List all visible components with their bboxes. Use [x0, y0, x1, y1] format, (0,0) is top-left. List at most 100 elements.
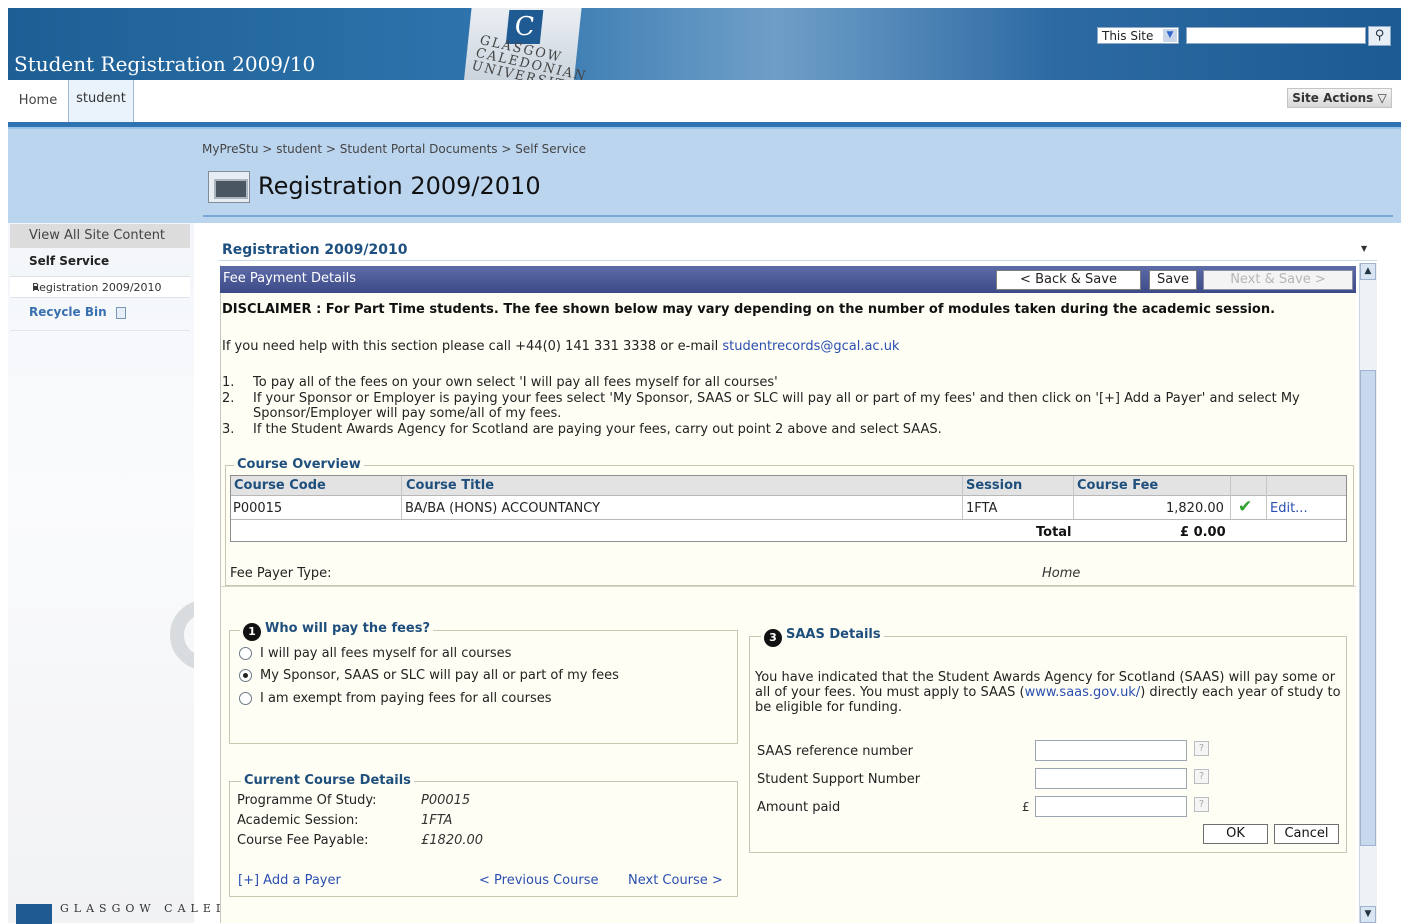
amount-paid-input[interactable]	[1035, 796, 1187, 817]
radio-label-exempt[interactable]: I am exempt from paying fees for all cou…	[260, 691, 552, 706]
site-actions-menu[interactable]: Site Actions ▽	[1287, 88, 1392, 108]
next-and-save-button[interactable]: Next & Save >	[1203, 270, 1353, 290]
university-logo: C GLASGOW CALEDONIAN UNIVERSITY	[463, 8, 589, 80]
help-email-link[interactable]: studentrecords@gcal.ac.uk	[722, 339, 899, 354]
help-text-prefix: If you need help with this section pleas…	[222, 339, 723, 354]
recycle-bin-link[interactable]: Recycle Bin	[29, 305, 107, 319]
checkmark-icon: ✔	[1238, 497, 1253, 517]
top-navigation	[8, 80, 1401, 124]
breadcrumb: MyPreStu > student > Student Portal Docu…	[202, 142, 586, 156]
scrollbar-thumb[interactable]	[1360, 370, 1376, 846]
tab-student[interactable]: student	[68, 80, 134, 124]
help-question-icon[interactable]: ?	[1194, 797, 1209, 812]
radio-sponsor-pays[interactable]	[239, 669, 252, 682]
instruction-number: 3.	[222, 422, 235, 437]
help-text: If you need help with this section pleas…	[222, 339, 899, 354]
ok-button[interactable]: OK	[1203, 824, 1268, 844]
instruction-text: If your Sponsor or Employer is paying yo…	[253, 391, 1300, 421]
page-title: Registration 2009/2010	[258, 172, 541, 200]
add-payer-link[interactable]: [+] Add a Payer	[238, 873, 341, 888]
save-button[interactable]: Save	[1149, 270, 1197, 290]
scroll-down-icon[interactable]: ▼	[1360, 906, 1376, 923]
view-all-site-content-link[interactable]: View All Site Content	[10, 224, 190, 248]
total-value: £ 0.00	[1180, 525, 1226, 540]
saas-reference-label: SAAS reference number	[757, 744, 913, 759]
who-pays-legend: 1 Who will pay the fees?	[240, 621, 434, 641]
saas-website-link[interactable]: www.saas.gov.uk/	[1025, 685, 1141, 700]
previous-course-link[interactable]: < Previous Course	[479, 873, 598, 888]
breadcrumb-separator: >	[325, 142, 336, 156]
radio-label-pay-myself[interactable]: I will pay all fees myself for all cours…	[260, 646, 511, 661]
title-divider	[203, 215, 1393, 217]
column-divider	[401, 476, 402, 520]
search-input[interactable]	[1186, 27, 1366, 44]
page-icon	[208, 171, 250, 203]
cell-course-title: BA/BA (HONS) ACCOUNTANCY	[405, 501, 601, 516]
nav-item-registration[interactable]: Registration 2009/2010	[10, 276, 190, 298]
breadcrumb-separator: >	[262, 142, 273, 156]
academic-session-value: 1FTA	[421, 813, 453, 828]
who-pays-title: Who will pay the fees?	[265, 621, 431, 636]
next-course-link[interactable]: Next Course >	[628, 873, 723, 888]
instruction-text: If the Student Awards Agency for Scotlan…	[253, 422, 942, 437]
webpart-title[interactable]: Registration 2009/2010	[222, 242, 407, 258]
breadcrumb-item-documents[interactable]: Student Portal Documents	[340, 142, 498, 156]
breadcrumb-item-myprestu[interactable]: MyPreStu	[202, 142, 258, 156]
nav-heading-self-service[interactable]: Self Service	[29, 254, 109, 268]
chevron-down-icon: ▽	[1377, 91, 1387, 105]
saas-info-text: You have indicated that the Student Awar…	[755, 670, 1345, 715]
left-navigation	[8, 223, 194, 923]
radio-pay-myself[interactable]	[239, 647, 252, 660]
column-header-course-fee: Course Fee	[1077, 478, 1159, 493]
column-header-course-title: Course Title	[406, 478, 495, 493]
cancel-button[interactable]: Cancel	[1274, 824, 1339, 844]
breadcrumb-item-student[interactable]: student	[276, 142, 322, 156]
webpart-divider	[219, 260, 1377, 261]
programme-of-study-value: P00015	[421, 793, 471, 808]
academic-session-label: Academic Session:	[237, 813, 359, 828]
breadcrumb-separator: >	[501, 142, 512, 156]
student-support-number-input[interactable]	[1035, 768, 1187, 789]
tab-home[interactable]: Home	[8, 80, 68, 124]
cell-course-code: P00015	[233, 501, 283, 516]
table-row-divider	[231, 519, 1346, 520]
search-scope-value: This Site	[1102, 29, 1154, 43]
column-divider	[1230, 476, 1231, 520]
instruction-number: 1.	[222, 375, 235, 390]
cell-course-fee: 1,820.00	[1166, 501, 1224, 516]
column-divider	[962, 476, 963, 520]
course-table-header	[231, 476, 1346, 496]
search-scope-select[interactable]: This Site ▼	[1097, 27, 1179, 44]
saas-legend: 3 SAAS Details	[761, 627, 884, 647]
webpart-menu-icon[interactable]: ▼	[1361, 244, 1367, 253]
course-overview-legend: Course Overview	[234, 457, 364, 472]
fee-payer-type-value: Home	[1042, 566, 1081, 581]
step-number-icon: 3	[764, 629, 782, 647]
radio-label-sponsor-pays[interactable]: My Sponsor, SAAS or SLC will pay all or …	[260, 668, 619, 683]
scroll-up-icon[interactable]: ▲	[1360, 263, 1376, 280]
watermark-logo	[60, 580, 194, 730]
edit-course-link[interactable]: Edit...	[1270, 501, 1308, 516]
help-question-icon[interactable]: ?	[1194, 769, 1209, 784]
footer-logo-mark	[16, 904, 52, 924]
student-support-number-label: Student Support Number	[757, 772, 921, 787]
radio-exempt[interactable]	[239, 692, 252, 705]
programme-of-study-label: Programme Of Study:	[237, 793, 377, 808]
breadcrumb-item-self-service: Self Service	[515, 142, 586, 156]
step-number-icon: 1	[243, 623, 261, 641]
instruction-number: 2.	[222, 391, 235, 406]
site-banner: C GLASGOW CALEDONIAN UNIVERSITY Student …	[8, 8, 1401, 80]
column-header-session: Session	[966, 478, 1023, 493]
instruction-text: To pay all of the fees on your own selec…	[253, 375, 778, 390]
help-question-icon[interactable]: ?	[1194, 741, 1209, 756]
site-title[interactable]: Student Registration 2009/10	[14, 52, 315, 76]
back-and-save-button[interactable]: < Back & Save	[996, 270, 1141, 290]
form-header-title: Fee Payment Details	[223, 271, 357, 286]
column-divider	[1266, 476, 1267, 520]
bullet-icon	[34, 286, 38, 290]
nav-item-label: Registration 2009/2010	[32, 281, 162, 294]
recycle-bin-icon[interactable]	[116, 307, 126, 319]
current-course-legend: Current Course Details	[241, 773, 414, 788]
search-icon[interactable]: ⚲	[1368, 26, 1391, 46]
saas-reference-input[interactable]	[1035, 740, 1187, 761]
